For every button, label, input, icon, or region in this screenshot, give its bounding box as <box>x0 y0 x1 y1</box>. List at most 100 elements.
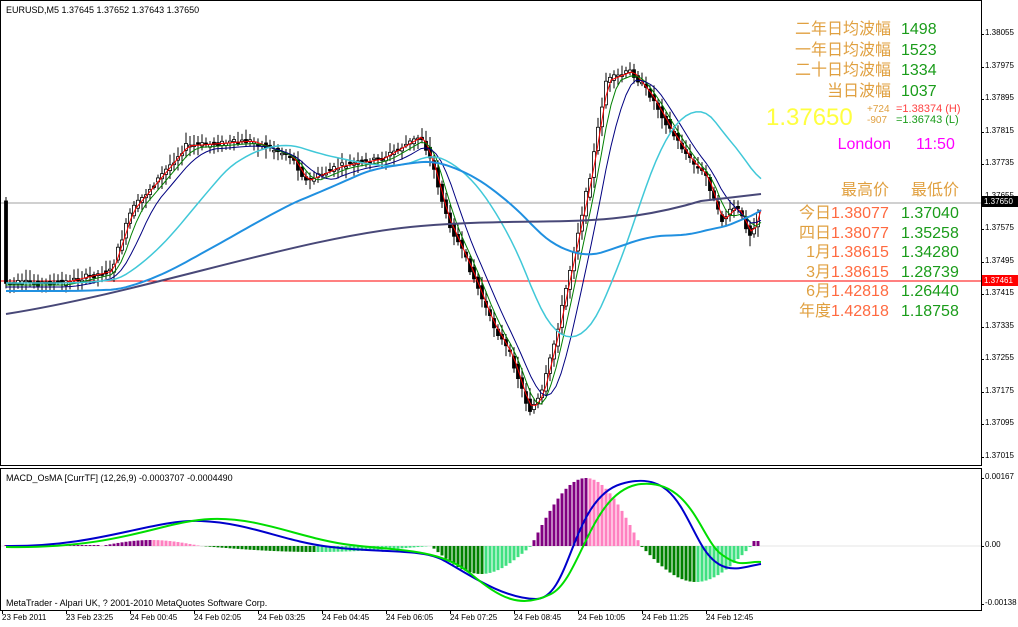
osma-bar <box>132 540 136 546</box>
osma-bar <box>76 545 80 546</box>
osma-bar <box>580 478 584 546</box>
osma-bar <box>268 546 272 551</box>
osma-bar <box>508 546 512 564</box>
candle-body <box>56 280 60 283</box>
ma-cyan-line <box>6 111 762 338</box>
osma-bar <box>464 546 468 571</box>
osma-bar <box>652 546 656 560</box>
period-low: 1.28739 <box>901 263 959 281</box>
osma-bar <box>416 546 420 548</box>
time-axis[interactable]: 23 Feb 2011 23 Feb 23:25 24 Feb 00:45 24 Fe… <box>0 611 982 627</box>
candle-body <box>4 200 8 284</box>
osma-bar <box>524 546 528 551</box>
osma-bar <box>120 542 124 546</box>
candle-body <box>24 279 28 283</box>
price-axis-label: 1.37415 <box>981 288 1014 297</box>
candle-body <box>288 155 292 158</box>
ma-green-line <box>6 75 762 405</box>
osma-bar <box>528 546 532 547</box>
osma-bar <box>128 541 132 546</box>
osma-bar <box>564 488 568 546</box>
osma-bar <box>496 546 500 571</box>
period-low: 1.18758 <box>901 302 959 320</box>
period-label: 今日 <box>798 205 831 222</box>
osma-bar <box>412 546 416 548</box>
period-label: 6月 <box>806 283 831 300</box>
high-col-header: 最高价 <box>841 182 890 199</box>
osma-bar <box>744 546 748 552</box>
price-axis-label: 1.37495 <box>981 255 1014 265</box>
osma-bar <box>304 546 308 552</box>
candle-body <box>232 139 236 142</box>
candle-body <box>360 159 364 163</box>
osma-bar <box>420 546 424 547</box>
time-axis-label: 23 Feb 2011 <box>2 611 47 622</box>
period-high: 1.38615 <box>831 263 889 281</box>
osma-bar <box>112 543 116 546</box>
osma-bar <box>472 546 476 574</box>
osma-bar <box>92 545 96 546</box>
period-high: 1.38615 <box>831 244 889 261</box>
osma-bar <box>740 546 744 556</box>
osma-bar <box>400 546 404 549</box>
period-label: 1月 <box>806 244 831 261</box>
price-axis-label: 1.37015 <box>981 450 1014 460</box>
osma-bar <box>628 524 632 546</box>
time-axis-label: 24 Feb 11:25 <box>642 611 689 622</box>
time-axis-label: 24 Feb 03:25 <box>258 611 306 622</box>
osma-bar <box>312 546 316 552</box>
osma-bar <box>504 546 508 566</box>
osma-bar <box>240 546 244 550</box>
time-axis-label: 24 Feb 00:45 <box>130 611 178 622</box>
period-low: 1.34280 <box>901 244 959 261</box>
osma-bar <box>208 546 212 547</box>
osma-bar <box>168 541 172 546</box>
osma-bar <box>492 546 496 572</box>
low-col-header: 最低价 <box>911 182 960 199</box>
osma-bar <box>80 545 84 546</box>
session-city: London <box>837 136 891 153</box>
price-axis-label: 1.37175 <box>981 385 1014 395</box>
price-axis[interactable]: 1.38055 1.37975 1.37895 1.37815 1.37735 1.376… <box>981 0 1018 611</box>
osma-bar <box>624 517 628 546</box>
osma-bar <box>532 540 536 546</box>
osma-bar <box>320 546 324 552</box>
osma-bar <box>276 546 280 552</box>
price-axis-label: 1.38055 <box>981 28 1014 37</box>
candle-body <box>108 268 112 272</box>
price-chart-pane[interactable]: EURUSD,M5 1.37645 1.37652 1.37643 1.3765… <box>0 0 982 466</box>
macd-indicator-pane[interactable]: MACD_OsMA [CurrTF] (12,26,9) -0.0003707 … <box>0 468 982 611</box>
macd-line <box>5 479 762 601</box>
osma-bar <box>680 546 684 580</box>
osma-bar <box>476 546 480 574</box>
osma-bar <box>656 546 660 563</box>
osma-bar <box>484 546 488 574</box>
big-price: 1.37650 <box>766 104 853 131</box>
indicator-title: MACD_OsMA [CurrTF] (12,26,9) -0.0003707 … <box>6 473 233 483</box>
osma-bar <box>156 540 160 546</box>
osma-bar <box>144 540 148 546</box>
up-pips: +724 <box>867 104 890 115</box>
osma-bar <box>616 504 620 546</box>
period-low: 1.35258 <box>901 224 959 242</box>
candle-body <box>328 169 332 172</box>
macd-canvas[interactable] <box>1 469 981 610</box>
osma-bar <box>536 532 540 546</box>
osma-bar <box>216 546 220 548</box>
amplitude-label: 二年日均波幅 <box>794 21 891 38</box>
osma-bar <box>220 546 224 548</box>
osma-bar <box>640 546 644 548</box>
candle-body <box>364 159 368 162</box>
osma-bar <box>140 540 144 546</box>
osma-bar <box>308 546 312 552</box>
osma-bar <box>292 546 296 552</box>
session-time: 06:50 <box>916 156 957 173</box>
indicator-axis-label: 0.00 <box>981 540 1001 549</box>
osma-bar <box>756 541 760 546</box>
price-axis-label: 1.37895 <box>981 93 1014 102</box>
candle-body <box>344 166 348 169</box>
osma-bar <box>676 546 680 578</box>
candle-body <box>72 277 76 281</box>
osma-bar <box>660 546 664 567</box>
redline-price-tag: 1.37461 <box>982 275 1018 286</box>
